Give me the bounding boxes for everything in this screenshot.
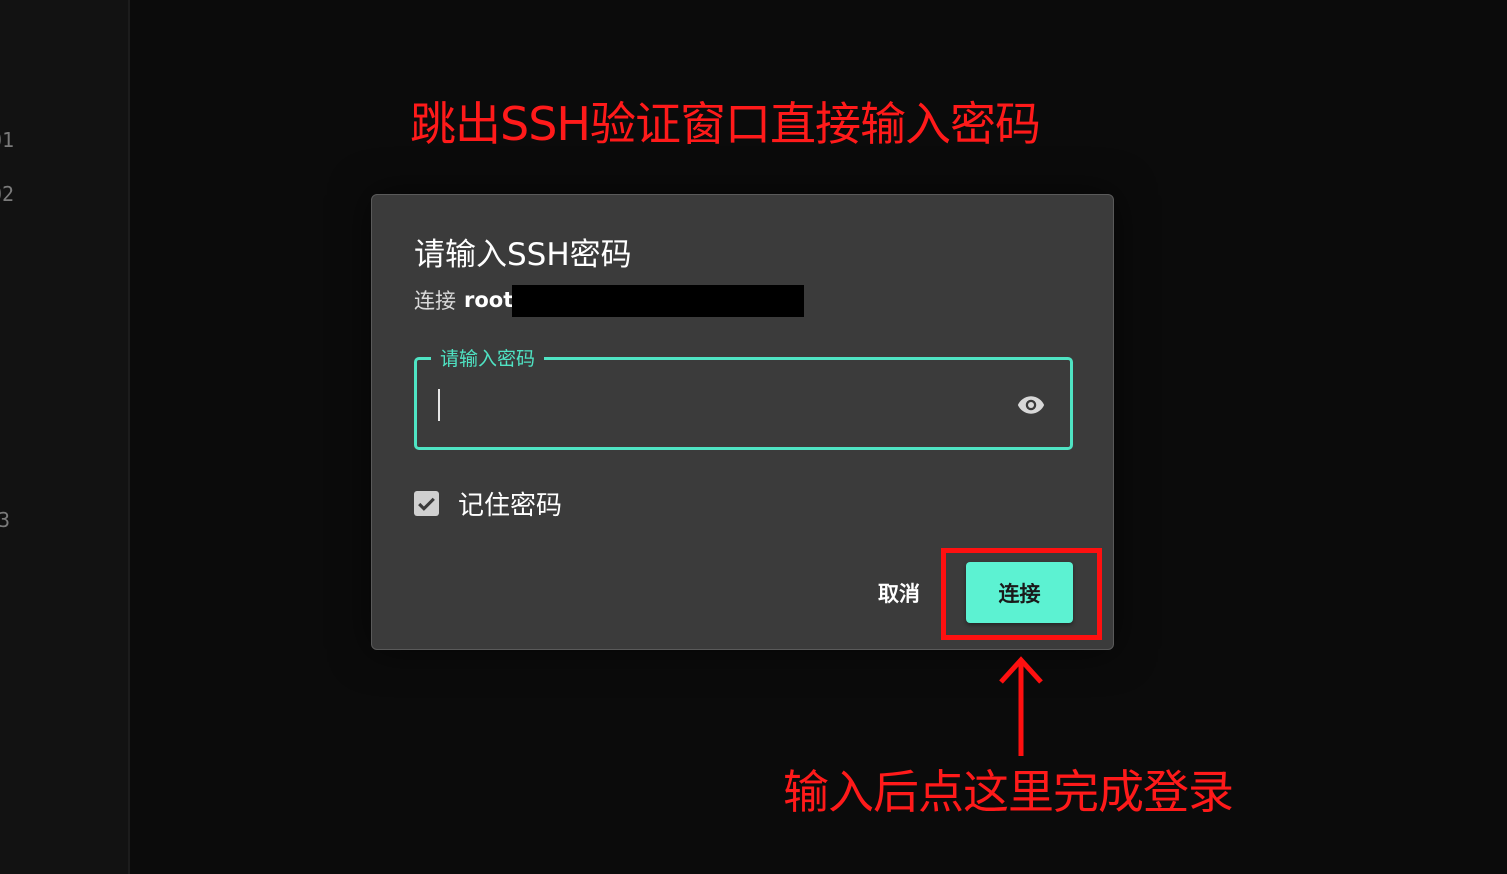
dialog-title: 请输入SSH密码 xyxy=(414,237,632,273)
line-number: 01 xyxy=(0,128,15,152)
text-caret xyxy=(438,389,440,421)
password-input[interactable] xyxy=(435,384,999,426)
annotation-top: 跳出SSH验证窗口直接输入密码 xyxy=(410,97,1041,151)
remember-password-label: 记住密码 xyxy=(458,491,563,521)
connect-prefix: 连接 xyxy=(414,289,456,313)
arrow-up-icon xyxy=(999,656,1043,756)
remember-password-checkbox[interactable] xyxy=(414,491,439,516)
redacted-host xyxy=(512,285,804,317)
connection-info: 连接 root xyxy=(414,285,513,315)
line-number: 3 xyxy=(0,508,11,532)
connection-user: root xyxy=(464,288,514,312)
editor-gutter: 01 02 3 xyxy=(0,0,130,874)
password-field[interactable]: 请输入密码 xyxy=(414,344,1073,450)
annotation-bottom: 输入后点这里完成登录 xyxy=(783,765,1234,819)
check-icon xyxy=(418,497,435,511)
cancel-button[interactable]: 取消 xyxy=(864,573,934,613)
connect-highlight-box xyxy=(941,548,1102,640)
line-number: 02 xyxy=(0,182,15,206)
eye-icon[interactable] xyxy=(1013,390,1049,420)
password-field-label: 请输入密码 xyxy=(431,344,545,371)
